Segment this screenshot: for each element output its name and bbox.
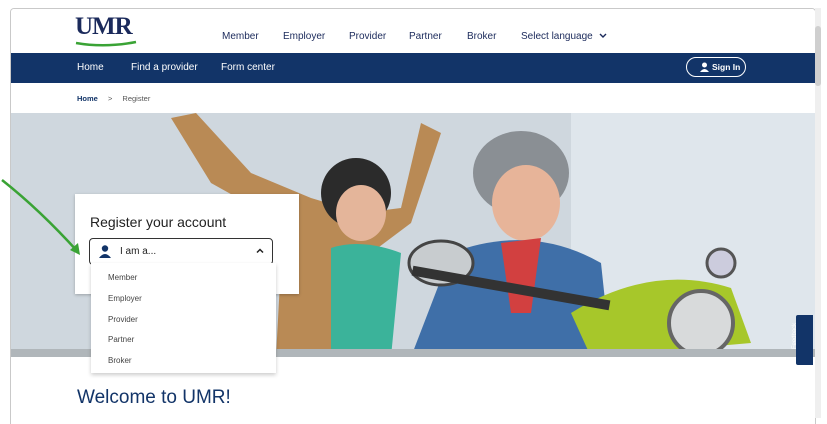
role-dropdown-menu: Member Employer Provider Partner Broker — [91, 263, 276, 373]
sign-in-label: Sign In — [712, 62, 741, 72]
top-nav-member[interactable]: Member — [222, 31, 259, 42]
top-nav-partner[interactable]: Partner — [409, 31, 442, 42]
umr-logo[interactable]: UMR — [75, 13, 137, 49]
chevron-up-icon — [256, 248, 264, 254]
register-title: Register your account — [90, 214, 227, 230]
logo-swoosh-icon — [75, 40, 137, 47]
scrollbar-thumb[interactable] — [815, 26, 821, 86]
language-label: Select language — [521, 31, 593, 42]
language-selector[interactable]: Select language — [521, 31, 607, 42]
main-navbar: Home Find a provider Form center Sign In — [11, 53, 815, 83]
select-value: I am a... — [120, 246, 157, 257]
nav-home[interactable]: Home — [77, 62, 104, 73]
top-header: UMR Member Employer Provider Partner Bro… — [11, 9, 815, 53]
option-provider[interactable]: Provider — [108, 315, 138, 324]
option-employer[interactable]: Employer — [108, 294, 142, 303]
person-icon — [99, 245, 111, 258]
option-member[interactable]: Member — [108, 273, 137, 282]
person-icon — [700, 62, 709, 72]
top-nav-broker[interactable]: Broker — [467, 31, 496, 42]
browser-frame: UMR Member Employer Provider Partner Bro… — [10, 8, 816, 424]
chevron-down-icon — [599, 33, 607, 38]
breadcrumb-current: Register — [122, 94, 151, 103]
breadcrumb-separator: > — [107, 94, 113, 103]
option-broker[interactable]: Broker — [108, 356, 132, 365]
i-am-a-select[interactable]: I am a... — [89, 238, 273, 265]
welcome-heading: Welcome to UMR! — [77, 387, 231, 408]
top-nav-employer[interactable]: Employer — [283, 31, 325, 42]
logo-text: UMR — [75, 13, 133, 40]
breadcrumb-home[interactable]: Home — [77, 94, 98, 103]
feedback-tab[interactable]: Feedback — [792, 315, 813, 365]
feedback-label: Feedback — [792, 322, 799, 350]
option-partner[interactable]: Partner — [108, 335, 134, 344]
top-nav-provider[interactable]: Provider — [349, 31, 386, 42]
annotation-arrow-icon — [1, 179, 80, 255]
nav-find-provider[interactable]: Find a provider — [131, 62, 198, 73]
breadcrumb: Home > Register — [77, 94, 150, 103]
nav-form-center[interactable]: Form center — [221, 62, 275, 73]
sign-in-button[interactable]: Sign In — [686, 57, 746, 77]
